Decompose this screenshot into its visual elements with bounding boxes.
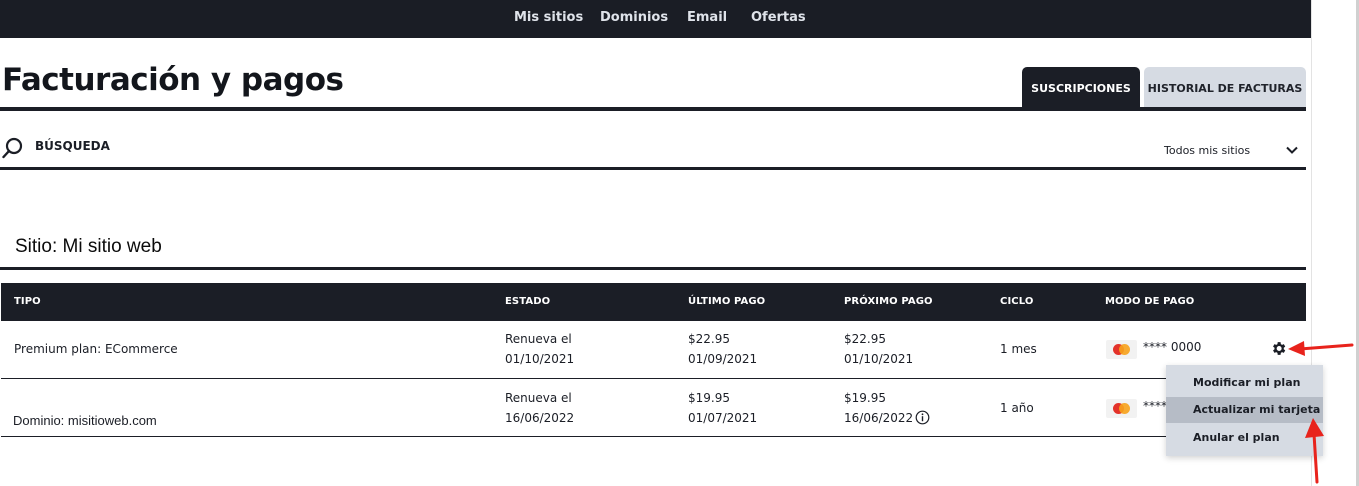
column-header-proximo-pago: PRÓXIMO PAGO	[844, 296, 933, 307]
cell-proximo-date: 01/10/2021	[844, 352, 914, 366]
nav-item-email[interactable]: Email	[687, 10, 727, 25]
title-divider	[0, 107, 1306, 111]
table-header: TIPO ESTADO ÚLTIMO PAGO PRÓXIMO PAGO CIC…	[1, 283, 1306, 321]
cell-tipo: Premium plan: ECommerce	[14, 342, 178, 356]
cell-estado-label: Renueva el	[505, 391, 572, 405]
search-icon[interactable]	[2, 137, 24, 159]
tab-historial-facturas[interactable]: HISTORIAL DE FACTURAS	[1144, 67, 1306, 108]
cell-tipo: Dominio: misitioweb.com	[13, 413, 157, 428]
site-divider	[0, 267, 1306, 270]
site-filter-select[interactable]: Todos mis sitios	[1164, 144, 1250, 157]
cell-ultimo-date: 01/07/2021	[688, 411, 758, 425]
annotation-arrow-icon	[1288, 341, 1354, 356]
cell-proximo-amount: $22.95	[844, 332, 886, 346]
gear-icon[interactable]	[1270, 340, 1287, 357]
mastercard-icon	[1106, 340, 1137, 359]
site-heading: Sitio: Mi sitio web	[15, 236, 162, 257]
cell-card-number: **** 0000	[1143, 340, 1202, 354]
nav-item-mis-sitios[interactable]: Mis sitios	[514, 10, 583, 25]
info-icon[interactable]	[915, 410, 930, 425]
search-divider	[0, 167, 1306, 170]
mastercard-icon	[1106, 399, 1137, 418]
page-title: Facturación y pagos	[2, 62, 344, 98]
cell-estado-date: 16/06/2022	[505, 411, 575, 425]
cell-ultimo-amount: $22.95	[688, 332, 730, 346]
cell-ultimo-amount: $19.95	[688, 391, 730, 405]
chevron-down-icon[interactable]	[1286, 146, 1298, 154]
column-header-ciclo: CICLO	[1000, 296, 1034, 307]
cell-card-number: ****	[1143, 399, 1167, 413]
column-header-estado: ESTADO	[505, 296, 551, 307]
cell-ciclo: 1 año	[1000, 401, 1034, 415]
cell-proximo-date: 16/06/2022	[844, 411, 914, 425]
nav-item-dominios[interactable]: Dominios	[600, 10, 668, 25]
annotation-arrow-icon	[1305, 418, 1324, 484]
cell-ciclo: 1 mes	[1000, 342, 1037, 356]
row-divider	[1, 378, 1306, 379]
nav-item-ofertas[interactable]: Ofertas	[751, 10, 806, 25]
top-nav: Mis sitios Dominios Email Ofertas	[0, 0, 1311, 38]
cell-estado-label: Renueva el	[505, 332, 572, 346]
cell-ultimo-date: 01/09/2021	[688, 352, 758, 366]
cell-proximo-amount: $19.95	[844, 391, 886, 405]
row-divider	[1, 436, 1306, 437]
column-header-ultimo-pago: ÚLTIMO PAGO	[688, 296, 766, 307]
cell-estado-date: 01/10/2021	[505, 352, 575, 366]
column-header-modo-de-pago: MODO DE PAGO	[1105, 296, 1195, 307]
search-label[interactable]: BÚSQUEDA	[35, 139, 110, 153]
menu-item-modificar-plan[interactable]: Modificar mi plan	[1166, 370, 1323, 396]
column-header-tipo: TIPO	[14, 296, 41, 307]
tab-suscripciones[interactable]: SUSCRIPCIONES	[1022, 67, 1140, 108]
